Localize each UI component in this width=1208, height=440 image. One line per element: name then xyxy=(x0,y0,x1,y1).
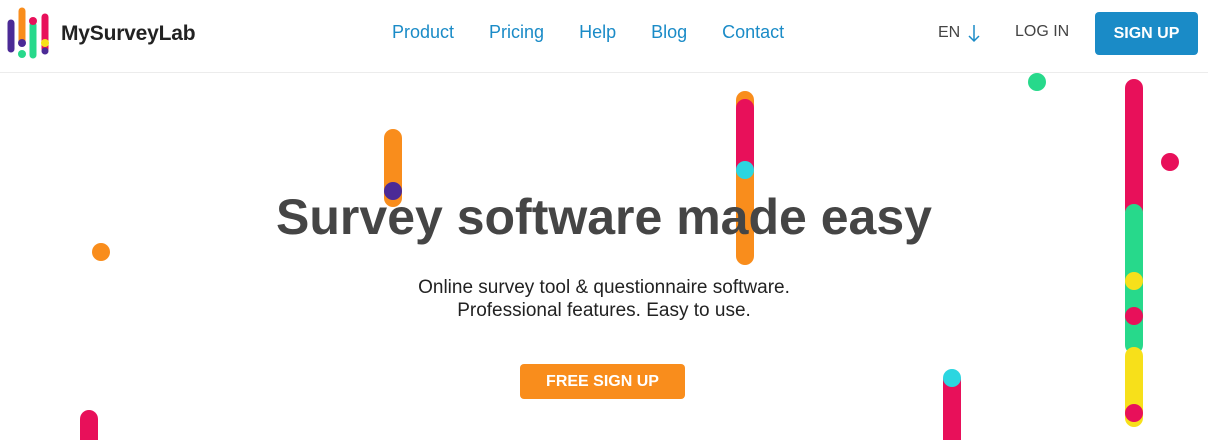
brand-name[interactable]: MySurveyLab xyxy=(61,22,196,46)
decor-dot-pink-right xyxy=(1161,153,1179,171)
nav-item-pricing[interactable]: Pricing xyxy=(489,22,544,43)
decor-dot-green xyxy=(1028,73,1046,91)
decor-dot-cyan-bottom xyxy=(943,369,961,387)
main-nav: Product Pricing Help Blog Contact xyxy=(392,22,819,43)
login-link[interactable]: LOG IN xyxy=(1015,23,1069,41)
logo-mark-icon xyxy=(7,7,49,59)
hero-subtitle-line2: Professional features. Easy to use. xyxy=(457,300,751,321)
nav-item-help[interactable]: Help xyxy=(579,22,616,43)
logo[interactable] xyxy=(6,7,54,61)
hero-title: Survey software made easy xyxy=(276,189,932,245)
language-selector[interactable]: EN xyxy=(938,23,981,43)
signup-button[interactable]: SIGN UP xyxy=(1095,12,1198,55)
hero-subtitle-line1: Online survey tool & questionnaire softw… xyxy=(418,277,790,298)
arrow-down-icon xyxy=(968,25,980,43)
decor-dot-pink-right-bottom xyxy=(1125,404,1143,422)
nav-item-blog[interactable]: Blog xyxy=(651,22,687,43)
top-navigation-bar: MySurveyLab Product Pricing Help Blog Co… xyxy=(0,0,1208,73)
nav-item-contact[interactable]: Contact xyxy=(722,22,784,43)
nav-item-product[interactable]: Product xyxy=(392,22,454,43)
decor-dot-cyan-center xyxy=(736,161,754,179)
language-label: EN xyxy=(938,24,961,41)
free-signup-button[interactable]: FREE SIGN UP xyxy=(520,364,685,399)
